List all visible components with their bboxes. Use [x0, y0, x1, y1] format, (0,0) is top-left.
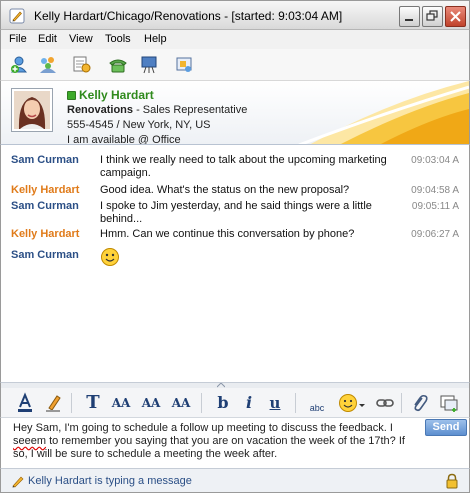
screen-capture-icon	[440, 395, 458, 412]
emoticon-button[interactable]	[337, 391, 367, 415]
add-contact-icon	[10, 56, 28, 73]
title-bar: Kelly Hardart/Chicago/Renovations - [sta…	[0, 0, 470, 30]
toolbar-separator	[201, 393, 202, 413]
spell-check-button[interactable]: abc	[305, 391, 329, 415]
menu-tools[interactable]: Tools	[105, 33, 131, 45]
smiley-icon	[339, 394, 365, 412]
avatar[interactable]	[11, 88, 53, 132]
main-toolbar	[0, 49, 470, 81]
menu-view[interactable]: View	[69, 33, 93, 45]
menu-help[interactable]: Help	[144, 33, 167, 45]
window-title: Kelly Hardart/Chicago/Renovations - [sta…	[34, 9, 343, 23]
add-contact-button[interactable]	[9, 54, 31, 76]
pencil-app-icon	[9, 8, 25, 24]
italic-button[interactable]: i	[237, 391, 261, 415]
video-button[interactable]	[139, 54, 161, 76]
message-input[interactable]: Hey Sam, I'm going to schedule a follow …	[13, 422, 413, 461]
misspelled-word[interactable]: seeem	[13, 435, 46, 447]
message-text: Good idea. What's the status on the new …	[100, 184, 350, 196]
contact-photo	[14, 91, 50, 129]
message-sender: Kelly Hardart	[11, 184, 80, 196]
message-timestamp: 09:04:58 A	[411, 185, 459, 196]
message-text: I think we really need to talk about the…	[100, 154, 387, 179]
grow-font-button[interactable]: AA	[139, 391, 163, 415]
font-button[interactable]: T	[81, 391, 105, 415]
restore-icon	[426, 10, 438, 21]
message-compose-area[interactable]: Hey Sam, I'm going to schedule a follow …	[0, 418, 470, 468]
close-button[interactable]	[445, 6, 466, 27]
screen-capture-button[interactable]	[437, 391, 461, 415]
conversation-transcript[interactable]: Sam Curman I think we really need to tal…	[0, 145, 470, 382]
typing-pencil-icon	[12, 476, 24, 488]
contact-company: Renovations	[67, 104, 134, 116]
toolbar-separator	[71, 393, 72, 413]
meeting-button[interactable]	[173, 54, 195, 76]
menu-bar: File Edit View Tools Help	[0, 30, 470, 49]
message-text: I spoke to Jim yesterday, and he said th…	[100, 200, 372, 225]
group-icon	[40, 57, 56, 73]
message-text: Hmm. Can we continue this conversation b…	[100, 228, 355, 240]
contact-role: - Sales Representative	[133, 104, 248, 116]
toolbar-separator	[295, 393, 296, 413]
presence-status-indicator	[67, 91, 76, 100]
paperclip-icon	[414, 394, 428, 412]
link-button[interactable]	[373, 391, 397, 415]
message-timestamp: 09:06:27 A	[411, 229, 459, 240]
minimize-button[interactable]	[399, 6, 420, 27]
message-timestamp: 09:05:11 A	[411, 201, 459, 212]
phone-button[interactable]	[107, 54, 129, 76]
compose-text-start: Hey Sam, I'm going to schedule a follow …	[13, 422, 393, 434]
contact-name: Kelly Hardart	[79, 88, 154, 102]
contact-phone-location: 555-4545 / New York, NY, US	[67, 119, 211, 131]
contact-status-message: I am available @ Office	[67, 134, 181, 145]
share-icon	[73, 56, 91, 73]
highlighter-icon	[46, 395, 61, 412]
typing-status: Kelly Hardart is typing a message	[28, 475, 192, 487]
menu-edit[interactable]: Edit	[38, 33, 57, 45]
text-color-icon	[18, 392, 32, 412]
meeting-icon	[176, 57, 192, 72]
highlight-button[interactable]	[41, 391, 65, 415]
compose-text-end: to remember you saying that you are on v…	[13, 435, 405, 460]
minimize-icon	[405, 19, 413, 21]
group-button[interactable]	[37, 54, 59, 76]
contact-header: Kelly Hardart Renovations - Sales Repres…	[0, 81, 470, 145]
underline-button[interactable]: u	[263, 391, 287, 415]
toolbar-separator	[401, 393, 402, 413]
text-color-button[interactable]	[13, 391, 37, 415]
message-sender: Kelly Hardart	[11, 228, 80, 240]
message-timestamp: 09:03:04 A	[411, 155, 459, 166]
send-button[interactable]: Send	[425, 419, 467, 436]
close-icon	[450, 11, 461, 22]
format-toolbar: T AA AA AA b i u abc	[0, 388, 470, 418]
lock-icon	[446, 473, 458, 489]
font-size-button[interactable]: AA	[109, 391, 133, 415]
attach-file-button[interactable]	[407, 391, 431, 415]
message-sender: Sam Curman	[11, 249, 79, 261]
contact-company-line: Renovations - Sales Representative	[67, 104, 247, 116]
share-button[interactable]	[71, 54, 93, 76]
message-sender: Sam Curman	[11, 154, 79, 166]
bold-button[interactable]: b	[211, 391, 235, 415]
phone-icon	[109, 59, 127, 73]
menu-file[interactable]: File	[9, 33, 27, 45]
link-icon	[376, 399, 394, 407]
decorative-swoosh	[298, 81, 469, 144]
message-sender: Sam Curman	[11, 200, 79, 212]
video-icon	[141, 56, 157, 74]
smiley-emoticon	[100, 247, 390, 271]
restore-button[interactable]	[422, 6, 443, 27]
status-bar: Kelly Hardart is typing a message	[0, 468, 470, 493]
shrink-font-button[interactable]: AA	[169, 391, 193, 415]
